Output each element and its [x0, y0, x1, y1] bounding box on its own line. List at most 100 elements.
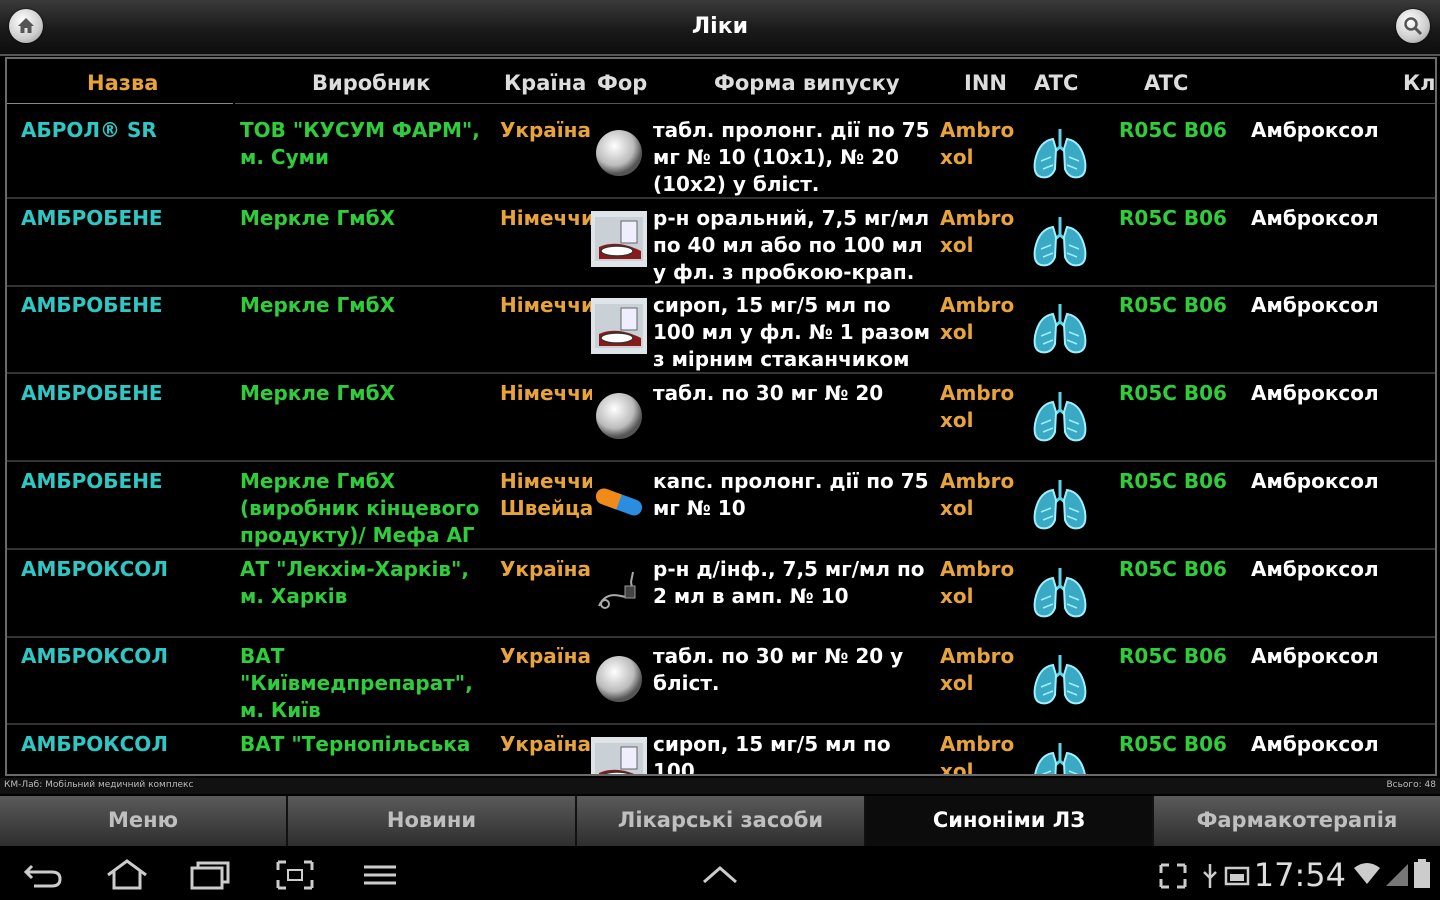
table-row[interactable]: АМБРОКСОЛ ВАТ "Київмедпрепарат", м. Київ У…	[7, 635, 1435, 726]
lungs-icon	[1033, 479, 1087, 530]
back-icon[interactable]	[22, 858, 66, 892]
release-form: р-н оральний, 7,5 мг/мл по 40 мл або по …	[653, 205, 930, 284]
atc-code: R05C B06	[1119, 731, 1227, 756]
page-title: Ліки	[691, 14, 749, 39]
table-row[interactable]: АБРОЛ® SR ТОВ "КУСУМ ФАРМ", м. Суми Україн…	[7, 109, 1435, 199]
table-row[interactable]: АМБРОБЕНЕ Меркле ГмбХ Німеччина сироп, 15 м…	[7, 284, 1435, 375]
synonym: Амброксол	[1251, 293, 1379, 318]
manufacturer: Меркле ГмбХ	[240, 205, 396, 230]
header-divider	[235, 103, 1435, 104]
inn: Ambroxol	[940, 381, 1015, 433]
country: Україна	[500, 118, 591, 142]
lungs-icon	[1033, 567, 1087, 617]
lungs-icon	[1033, 392, 1087, 442]
recent-apps-icon[interactable]	[188, 858, 232, 892]
release-form: табл. пролонг. дії по 75 мг № 10 (10х1),…	[653, 118, 930, 196]
column-header-manufacturer[interactable]: Виробник	[312, 71, 430, 95]
country: Німеччина	[500, 381, 592, 406]
release-form: табл. по 30 мг № 20	[653, 381, 884, 406]
column-header-country[interactable]: Країна	[504, 71, 586, 95]
drug-name: АМБРОБЕНЕ	[21, 381, 163, 406]
synonym: Амброксол	[1251, 644, 1379, 669]
atc-code: R05C B06	[1119, 381, 1227, 406]
synonym: Амброксол	[1251, 556, 1379, 581]
country: Німеччина	[500, 205, 592, 230]
synonym: Амброксол	[1251, 118, 1379, 142]
table-row[interactable]: АМБРОКСОЛ АТ "Лекхім-Харків", м. Харків Ук…	[7, 548, 1435, 638]
search-icon	[1404, 17, 1423, 36]
chevron-up-icon[interactable]	[700, 864, 740, 886]
usb-icon	[1203, 864, 1250, 888]
manufacturer: Меркле ГмбХ	[240, 293, 396, 318]
drug-table: Назва Виробник Країна Фор Форма випуску …	[5, 57, 1437, 776]
country: Україна	[500, 731, 591, 756]
atc-code: R05C B06	[1119, 468, 1227, 493]
tab-menu[interactable]: Меню	[0, 796, 288, 846]
fullscreen-icon	[1159, 863, 1187, 889]
tab-synonyms[interactable]: Синоніми ЛЗ	[866, 796, 1154, 846]
column-header-extra[interactable]: Кл	[1403, 71, 1435, 95]
column-header-atc[interactable]: ATC	[1144, 71, 1188, 95]
column-header-form[interactable]: Форма випуску	[714, 71, 900, 95]
column-header-inn[interactable]: INN	[964, 71, 1007, 95]
title-bar: Ліки	[0, 0, 1440, 56]
synonym: Амброксол	[1251, 205, 1379, 230]
inn: Ambroxol	[940, 731, 1015, 776]
manufacturer: ВАТ "Тернопільська	[240, 731, 471, 756]
table-row[interactable]: АМБРОБЕНЕ Меркле ГмбХ Німеччина табл. по 30…	[7, 372, 1435, 463]
release-form: табл. по 30 мг № 20 у бліст.	[653, 644, 904, 696]
bottom-tabs: Меню Новини Лікарські засоби Синоніми ЛЗ…	[0, 796, 1440, 846]
drug-name: АБРОЛ® SR	[21, 118, 157, 142]
drug-name: АМБРОБЕНЕ	[21, 293, 163, 318]
synonym: Амброксол	[1251, 468, 1379, 493]
country: Німеччина	[500, 293, 592, 318]
system-navigation-bar: 17:54	[0, 850, 1440, 900]
tablet-icon	[596, 130, 642, 176]
drug-name: АМБРОБЕНЕ	[21, 468, 163, 493]
inn: Ambroxol	[940, 468, 1015, 520]
infusion-icon	[598, 571, 636, 609]
manufacturer: АТ "Лекхім-Харків", м. Харків	[240, 556, 469, 608]
synonym: Амброксол	[1251, 381, 1379, 406]
release-form: капс. пролонг. дії по 75 мг № 10	[653, 468, 929, 520]
column-header-atc-icon[interactable]: ATC	[1034, 71, 1078, 95]
country: Україна	[500, 644, 591, 669]
release-form: р-н д/інф., 7,5 мг/мл по 2 мл в амп. № 1…	[653, 556, 925, 608]
column-header-form-short[interactable]: Фор	[597, 71, 647, 95]
lungs-icon	[1033, 655, 1087, 705]
capsule-icon	[595, 488, 643, 516]
inn: Ambroxol	[940, 556, 1015, 608]
tab-medicines[interactable]: Лікарські засоби	[577, 796, 866, 846]
inn: Ambroxol	[940, 205, 1015, 257]
tablet-icon	[596, 656, 642, 703]
menu-icon[interactable]	[360, 858, 400, 892]
tab-pharmacotherapy[interactable]: Фармакотерапія	[1154, 796, 1440, 846]
screenshot-icon[interactable]	[274, 858, 316, 892]
lungs-icon	[1033, 304, 1087, 354]
home-nav-icon[interactable]	[104, 858, 150, 892]
atc-code: R05C B06	[1119, 118, 1227, 142]
total-count: Всього: 48	[1386, 780, 1436, 790]
atc-code: R05C B06	[1119, 644, 1227, 669]
column-header-name[interactable]: Назва	[87, 71, 158, 95]
drug-name: АМБРОБЕНЕ	[21, 205, 163, 230]
lungs-icon	[1033, 216, 1087, 266]
synonym: Амброксол	[1251, 731, 1379, 756]
table-row[interactable]: АМБРОБЕНЕ Меркле ГмбХ (виробник кінцевого…	[7, 460, 1435, 550]
atc-code: R05C B06	[1119, 205, 1227, 230]
tab-news[interactable]: Новини	[288, 796, 577, 846]
drug-name: АМБРОКСОЛ	[21, 731, 168, 756]
tablet-icon	[596, 393, 642, 440]
battery-icon	[1414, 859, 1430, 888]
header-divider	[7, 103, 233, 104]
table-row[interactable]: АМБРОКСОЛ ВАТ "Тернопільська Україна сироп,…	[7, 723, 1435, 776]
table-header: Назва Виробник Країна Фор Форма випуску …	[7, 59, 1435, 105]
release-form: сироп, 15 мг/5 мл по 100	[653, 731, 891, 776]
syrup-bottle-icon	[591, 298, 647, 355]
release-form: сироп, 15 мг/5 мл по 100 мл у фл. № 1 ра…	[653, 293, 931, 372]
status-strip: КМ-Лаб: Мобільний медичний комплекс Всьо…	[0, 778, 1440, 794]
table-row[interactable]: АМБРОБЕНЕ Меркле ГмбХ Німеччина р-н оральни…	[7, 197, 1435, 287]
country: Україна	[500, 556, 591, 581]
search-button[interactable]	[1396, 9, 1430, 43]
country: Німеччина/ Швейца	[500, 468, 592, 520]
